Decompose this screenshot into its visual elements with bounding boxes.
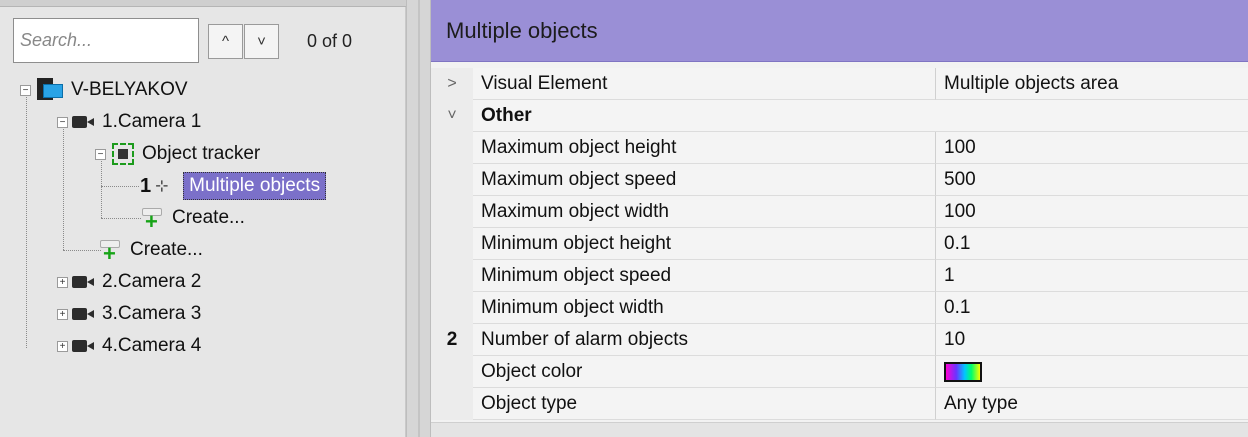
property-name: Object type [473, 388, 936, 420]
match-count: 0 of 0 [307, 31, 353, 51]
expand-icon[interactable]: + [57, 276, 68, 288]
property-row[interactable]: Object color [431, 356, 1248, 388]
tree-item-label: 2.Camera 2 [102, 271, 202, 292]
property-name: Maximum object width [473, 196, 936, 228]
property-row[interactable]: Maximum object width 100 [431, 196, 1248, 228]
property-name: Maximum object height [473, 132, 936, 164]
tree-item-label: Create... [172, 207, 245, 228]
property-row[interactable]: Maximum object height 100 [431, 132, 1248, 164]
tree-item-label: Object tracker [142, 143, 261, 164]
tree-item-create-child[interactable]: + Create... [140, 202, 245, 234]
group-label: Other [473, 100, 1248, 132]
collapse-icon[interactable]: − [20, 84, 31, 96]
previous-match-button[interactable]: ^ [208, 24, 243, 59]
tree-item-camera-2[interactable]: + 2.Camera 2 [57, 266, 201, 298]
tracker-icon [112, 143, 134, 165]
add-icon: + [98, 239, 122, 265]
chevron-up-icon: ^ [221, 33, 230, 50]
property-value[interactable]: 100 [936, 196, 1248, 228]
color-swatch[interactable] [944, 361, 982, 382]
tree-item-multiple-objects[interactable]: 1 ⊹ Multiple objects [140, 170, 327, 202]
server-icon [37, 78, 63, 102]
search-input[interactable]: Search... [13, 18, 199, 63]
tree-item-camera-1[interactable]: − 1.Camera 1 [57, 106, 201, 138]
panel-title: Multiple objects [431, 0, 1248, 62]
tree-item-label: 3.Camera 3 [102, 303, 202, 324]
tree-line [63, 250, 101, 251]
chevron-down-icon: ˅ [257, 33, 266, 50]
property-name: Maximum object speed [473, 164, 936, 196]
tree-item-label: V-BELYAKOV [71, 79, 188, 100]
property-row[interactable]: Minimum object height 0.1 [431, 228, 1248, 260]
property-row[interactable]: 2 Number of alarm objects 10 [431, 324, 1248, 356]
property-value[interactable]: 500 [936, 164, 1248, 196]
tree-item-label: 4.Camera 4 [102, 335, 202, 356]
collapse-icon[interactable]: − [95, 148, 106, 160]
row-gutter [431, 196, 473, 228]
add-icon: + [140, 207, 164, 233]
row-gutter: 2 [431, 324, 473, 356]
property-row[interactable]: Minimum object speed 1 [431, 260, 1248, 292]
top-strip [0, 0, 406, 7]
collapse-icon[interactable]: − [57, 116, 68, 128]
property-name: Minimum object height [473, 228, 936, 260]
tree-item-create-camera[interactable]: + Create... [98, 234, 203, 266]
expand-icon[interactable]: + [57, 340, 68, 352]
property-value[interactable]: 100 [936, 132, 1248, 164]
property-grid: > Visual Element Multiple objects area ˅… [431, 68, 1248, 420]
multiple-objects-icon: ⊹ [155, 178, 169, 195]
property-name: Object color [473, 356, 936, 388]
expand-icon[interactable]: + [57, 308, 68, 320]
property-name: Number of alarm objects [473, 324, 936, 356]
next-match-button[interactable]: ˅ [244, 24, 279, 59]
tree-item-camera-3[interactable]: + 3.Camera 3 [57, 298, 201, 330]
camera-icon [72, 339, 96, 353]
callout-marker: 1 [140, 174, 152, 197]
tree-panel: Search... ^ ˅ 0 of 0 − V-BELYAKOV − 1.Ca… [0, 0, 406, 437]
tree-item-label: Multiple objects [183, 172, 327, 200]
callout-marker: 2 [446, 329, 458, 350]
property-value[interactable]: 0.1 [936, 292, 1248, 324]
row-gutter [431, 388, 473, 420]
panel-splitter[interactable] [406, 0, 431, 437]
row-gutter [431, 292, 473, 324]
tree-item-host[interactable]: − V-BELYAKOV [20, 74, 188, 106]
property-value[interactable]: 10 [936, 324, 1248, 356]
row-gutter [431, 164, 473, 196]
tree-item-object-tracker[interactable]: − Object tracker [95, 138, 260, 170]
property-group-other[interactable]: ˅ Other [431, 100, 1248, 132]
tree-item-label: Create... [130, 239, 203, 260]
row-gutter [431, 228, 473, 260]
property-value[interactable] [936, 356, 1248, 388]
row-gutter [431, 356, 473, 388]
camera-icon [72, 115, 96, 129]
tree-line [63, 124, 64, 250]
camera-icon [72, 307, 96, 321]
property-row[interactable]: Object type Any type [431, 388, 1248, 420]
splitter-grip[interactable] [418, 0, 420, 437]
bottom-strip [431, 422, 1248, 437]
collapse-arrow-icon[interactable]: ˅ [431, 100, 473, 132]
property-name: Minimum object speed [473, 260, 936, 292]
row-gutter [431, 132, 473, 164]
tree-item-camera-4[interactable]: + 4.Camera 4 [57, 330, 201, 362]
property-name: Minimum object width [473, 292, 936, 324]
tree-line [101, 186, 139, 187]
tree-line [26, 92, 27, 348]
tree-line [101, 218, 141, 219]
property-value[interactable]: Any type [936, 388, 1248, 420]
tree-item-label: 1.Camera 1 [102, 111, 202, 132]
properties-panel: Multiple objects > Visual Element Multip… [431, 0, 1248, 437]
property-name: Visual Element [473, 68, 936, 100]
camera-icon [72, 275, 96, 289]
expand-arrow-icon[interactable]: > [431, 68, 473, 100]
row-gutter [431, 260, 473, 292]
property-row-visual-element[interactable]: > Visual Element Multiple objects area [431, 68, 1248, 100]
property-row[interactable]: Minimum object width 0.1 [431, 292, 1248, 324]
property-value[interactable]: 0.1 [936, 228, 1248, 260]
property-value[interactable]: 1 [936, 260, 1248, 292]
property-row[interactable]: Maximum object speed 500 [431, 164, 1248, 196]
property-value[interactable]: Multiple objects area [936, 68, 1248, 100]
